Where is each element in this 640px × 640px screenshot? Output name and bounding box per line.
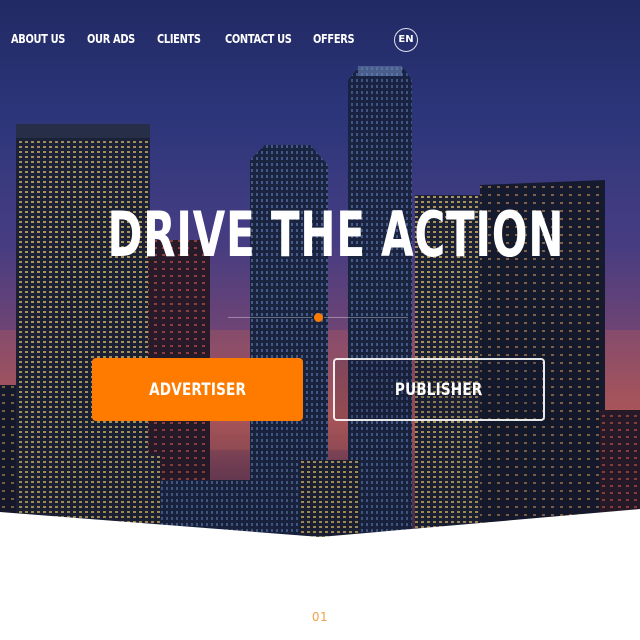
nav-item-contact-us[interactable]: CONTACT US <box>225 32 292 46</box>
hero-headline: DRIVE THE ACTION <box>0 196 640 274</box>
publisher-button[interactable]: PUBLISHER <box>333 358 545 421</box>
section-number: 01 <box>311 610 329 624</box>
divider-line-left <box>228 317 312 318</box>
divider-dot <box>314 313 323 322</box>
publisher-button-label: PUBLISHER <box>395 379 483 400</box>
advertiser-button-label: ADVERTISER <box>148 379 246 400</box>
nav-item-our-ads[interactable]: OUR ADS <box>87 32 135 46</box>
language-switcher[interactable]: EN <box>394 28 418 52</box>
nav-item-clients[interactable]: CLIENTS <box>157 32 201 46</box>
hero-bottom-curve <box>0 509 640 555</box>
nav-item-about-us[interactable]: ABOUT US <box>11 32 65 46</box>
main-nav: ABOUT US OUR ADS CLIENTS CONTACT US OFFE… <box>0 28 640 52</box>
divider-line-right <box>324 317 408 318</box>
hero-headline-text: DRIVE THE ACTION <box>107 198 565 271</box>
advertiser-button[interactable]: ADVERTISER <box>92 358 303 421</box>
nav-item-offers[interactable]: OFFERS <box>313 32 355 46</box>
